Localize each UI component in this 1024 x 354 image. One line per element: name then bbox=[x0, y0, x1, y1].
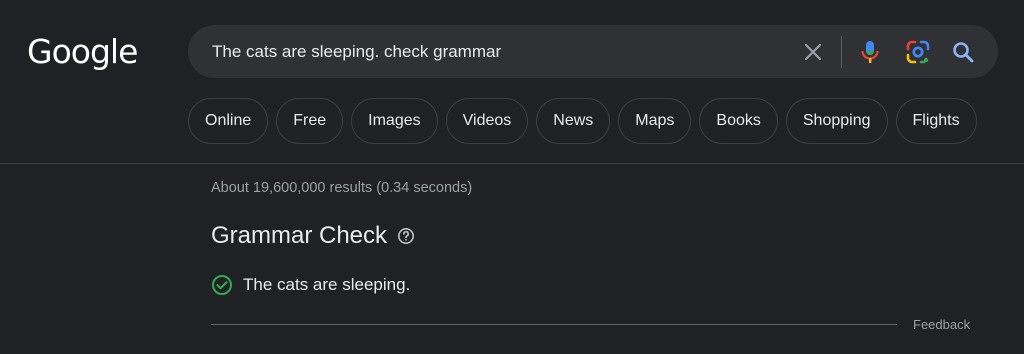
close-icon bbox=[804, 43, 822, 61]
feedback-link[interactable]: Feedback bbox=[913, 317, 970, 332]
chip-shopping[interactable]: Shopping bbox=[785, 98, 888, 144]
search-box bbox=[188, 25, 998, 78]
search-results-page: Google The cats are sleeping. check gram… bbox=[0, 0, 1024, 354]
help-icon[interactable] bbox=[397, 227, 415, 245]
search-filter-chips: Online Free Images Videos News Maps Book… bbox=[188, 98, 977, 144]
google-logo[interactable]: Google bbox=[27, 32, 138, 71]
grammar-result: The cats are sleeping. bbox=[211, 274, 410, 296]
chip-free[interactable]: Free bbox=[276, 98, 344, 144]
chip-videos[interactable]: Videos bbox=[445, 98, 529, 144]
search-icon bbox=[953, 42, 974, 63]
chip-maps[interactable]: Maps bbox=[618, 98, 692, 144]
result-stats: About 19,600,000 results (0.34 seconds) bbox=[211, 180, 473, 196]
search-button[interactable] bbox=[947, 36, 979, 68]
clear-search-button[interactable] bbox=[797, 36, 829, 68]
grammar-check-title: Grammar Check bbox=[211, 222, 388, 249]
lens-camera-icon bbox=[906, 40, 930, 64]
chip-flights[interactable]: Flights bbox=[895, 98, 977, 144]
header-divider bbox=[0, 163, 1024, 164]
chip-online[interactable]: Online bbox=[188, 98, 269, 144]
search-box-separator bbox=[841, 36, 842, 68]
grammar-check-heading: Grammar Check bbox=[211, 222, 415, 250]
search-input[interactable] bbox=[212, 25, 772, 78]
chip-images[interactable]: Images bbox=[351, 98, 438, 144]
corrected-sentence: The cats are sleeping. bbox=[243, 275, 411, 294]
voice-search-button[interactable] bbox=[854, 36, 886, 68]
search-by-image-button[interactable] bbox=[902, 36, 934, 68]
chip-news[interactable]: News bbox=[536, 98, 611, 144]
microphone-icon bbox=[861, 41, 879, 63]
chip-books[interactable]: Books bbox=[699, 98, 778, 144]
card-divider bbox=[211, 324, 897, 325]
check-circle-icon bbox=[211, 274, 233, 296]
